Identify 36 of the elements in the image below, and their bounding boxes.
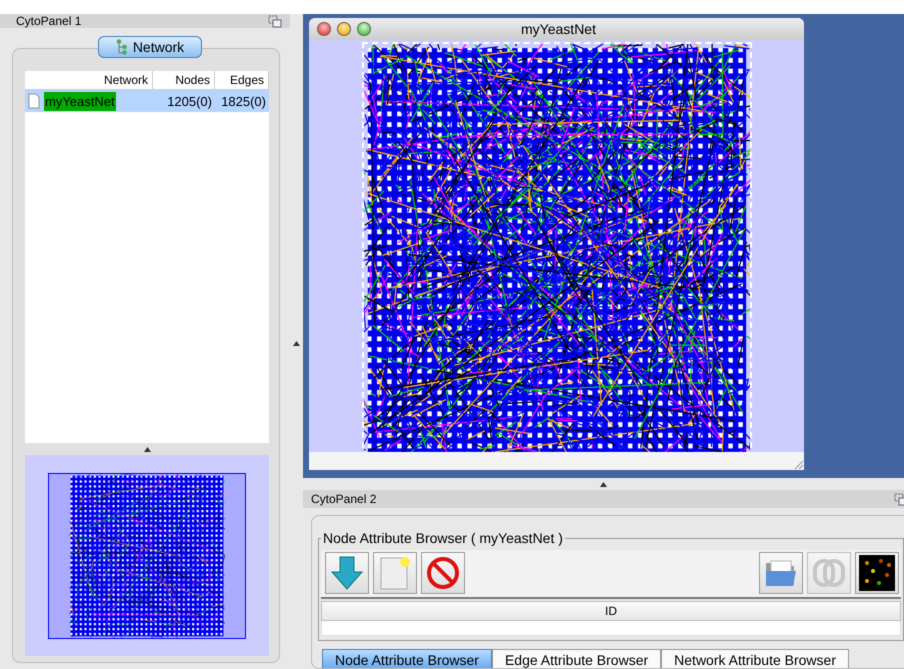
split-handle-icon[interactable] bbox=[293, 341, 300, 346]
browser-title: Node Attribute Browser ( myYeastNet ) bbox=[322, 530, 564, 546]
document-icon bbox=[28, 93, 40, 109]
float-panel-icon[interactable] bbox=[894, 492, 904, 506]
split-handle-icon[interactable] bbox=[600, 482, 607, 486]
split-handle-icon[interactable] bbox=[144, 446, 150, 452]
zoom-button[interactable] bbox=[357, 22, 371, 36]
network-tree-icon bbox=[116, 39, 128, 55]
window-title: myYeastNet bbox=[520, 21, 597, 37]
network-tab[interactable]: Network bbox=[98, 36, 202, 58]
column-header[interactable]: Network bbox=[25, 71, 153, 89]
browser-tab[interactable]: Network Attribute Browser bbox=[661, 649, 849, 668]
table-cell-text: 1205(0) bbox=[166, 94, 213, 108]
no-sign-icon bbox=[425, 555, 461, 591]
column-header[interactable]: ID bbox=[321, 601, 901, 621]
resize-grip-icon[interactable] bbox=[792, 458, 804, 470]
close-button[interactable] bbox=[317, 22, 331, 36]
panel-title: CytoPanel 1 bbox=[16, 14, 82, 28]
open-button[interactable] bbox=[759, 552, 803, 594]
float-panel-icon[interactable] bbox=[268, 14, 282, 28]
column-header[interactable]: Nodes bbox=[153, 71, 215, 89]
column-header[interactable]: Edges bbox=[215, 71, 269, 89]
heatmap-button[interactable] bbox=[855, 552, 899, 594]
delete-button[interactable] bbox=[421, 552, 465, 594]
panel-title: CytoPanel 2 bbox=[311, 492, 376, 506]
new-attribute-button[interactable] bbox=[373, 552, 417, 594]
table-cell: myYeastNet bbox=[44, 92, 116, 110]
table-cell-text: 1825(0) bbox=[220, 94, 267, 108]
viewport-rectangle[interactable] bbox=[48, 472, 246, 638]
import-button[interactable] bbox=[325, 552, 369, 594]
minimize-button[interactable] bbox=[337, 22, 351, 36]
browser-tab[interactable]: Edge Attribute Browser bbox=[492, 649, 662, 668]
network-row[interactable]: myYeastNet 1205(0) 1825(0) bbox=[25, 90, 269, 112]
down-arrow-icon bbox=[329, 555, 365, 591]
browser-tab[interactable]: Node Attribute Browser bbox=[322, 649, 492, 668]
heatmap-icon bbox=[859, 555, 895, 591]
